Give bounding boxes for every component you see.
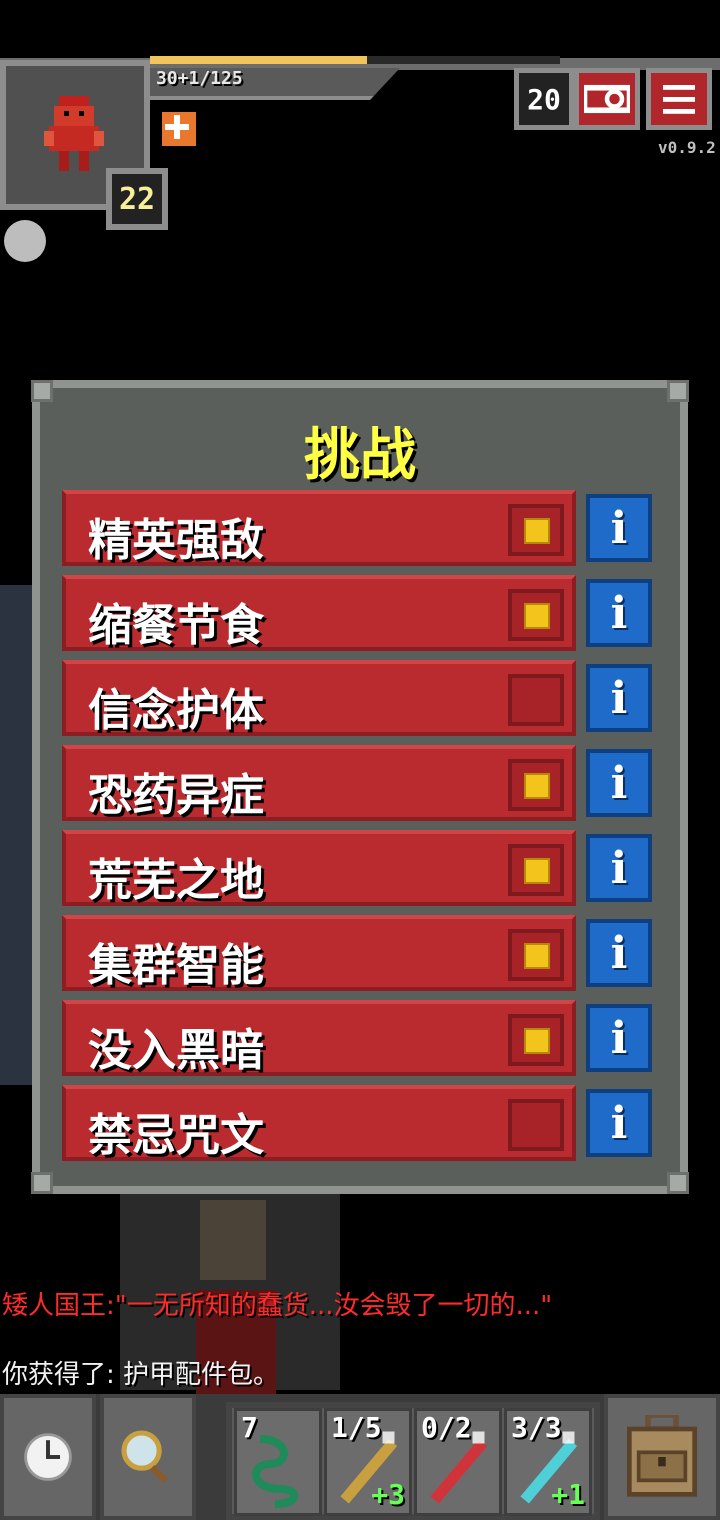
info-button[interactable]: i: [586, 749, 652, 817]
log-message-boss: 矮人国王:"一无所知的蠢货...汝会毁了一切的...": [2, 1291, 553, 1321]
challenge-row[interactable]: 荒芜之地: [62, 830, 576, 906]
quickslot[interactable]: 1/5 +3: [324, 1408, 412, 1516]
quickslot-count: 3/3: [511, 1411, 562, 1444]
challenge-row[interactable]: 恐药异症: [62, 745, 576, 821]
challenge-label: 信念护体: [88, 685, 264, 736]
window-corner: [31, 380, 53, 402]
quickslot-count: 7: [241, 1411, 258, 1444]
quickslot-bonus: +1: [551, 1478, 585, 1511]
busy-indicator-icon: [4, 220, 46, 262]
version-label: v0.9.2: [658, 138, 716, 157]
checked-mark-icon: [524, 773, 550, 799]
quickslot[interactable]: 3/3 +1: [504, 1408, 592, 1516]
info-button[interactable]: i: [586, 664, 652, 732]
backpack-button[interactable]: [604, 1394, 720, 1520]
info-button[interactable]: i: [586, 1089, 652, 1157]
warrior-hero-icon: [44, 96, 104, 171]
info-button[interactable]: i: [586, 494, 652, 562]
wait-button[interactable]: [0, 1394, 96, 1520]
info-button[interactable]: i: [586, 919, 652, 987]
checked-mark-icon: [524, 518, 550, 544]
depth-indicator[interactable]: 20: [514, 68, 574, 130]
experience-text: 30+1/125: [156, 68, 243, 89]
challenge-label: 精英强敌: [88, 515, 264, 566]
checked-mark-icon: [524, 1028, 550, 1054]
health-bar-fill: [150, 56, 368, 64]
window-title: 挑战: [304, 423, 416, 488]
journal-button[interactable]: [574, 68, 640, 130]
challenge-checkbox[interactable]: [508, 844, 564, 896]
challenge-row[interactable]: 集群智能: [62, 915, 576, 991]
journal-icon: [584, 84, 630, 114]
search-button[interactable]: [100, 1394, 196, 1520]
challenge-label: 没入黑暗: [88, 1025, 264, 1076]
log-message-item: 你获得了: 护甲配件包。: [2, 1360, 280, 1390]
hero-level-badge: 22: [106, 168, 168, 230]
challenge-row[interactable]: 没入黑暗: [62, 1000, 576, 1076]
quickslot[interactable]: 0/2: [414, 1408, 502, 1516]
challenge-label: 恐药异症: [88, 770, 264, 821]
backpack-icon: [627, 1415, 697, 1497]
challenge-label: 荒芜之地: [88, 855, 264, 906]
quickslot[interactable]: 7: [234, 1408, 322, 1516]
buff-icon[interactable]: [160, 110, 198, 148]
challenge-row[interactable]: 精英强敌: [62, 490, 576, 566]
menu-icon: [663, 85, 695, 114]
challenge-label: 禁忌咒文: [88, 1110, 264, 1161]
dungeon-wall-left: [0, 585, 32, 1085]
info-button[interactable]: i: [586, 834, 652, 902]
challenge-checkbox[interactable]: [508, 504, 564, 556]
challenge-row[interactable]: 信念护体: [62, 660, 576, 736]
challenge-checkbox[interactable]: [508, 674, 564, 726]
checked-mark-icon: [524, 943, 550, 969]
challenge-label: 缩餐节食: [88, 600, 264, 651]
clock-icon: [24, 1433, 72, 1481]
menu-button[interactable]: [646, 68, 712, 130]
health-bar: [150, 56, 560, 64]
window-corner: [667, 380, 689, 402]
challenge-label: 集群智能: [88, 940, 264, 991]
challenge-row[interactable]: 缩餐节食: [62, 575, 576, 651]
info-button[interactable]: i: [586, 1004, 652, 1072]
challenge-checkbox[interactable]: [508, 1099, 564, 1151]
challenge-row[interactable]: 禁忌咒文: [62, 1085, 576, 1161]
quickslot-bonus: +3: [371, 1478, 405, 1511]
window-corner: [31, 1172, 53, 1194]
search-icon: [121, 1430, 168, 1484]
challenge-checkbox[interactable]: [508, 929, 564, 981]
quickslot-count: 1/5: [331, 1411, 382, 1444]
checked-mark-icon: [524, 603, 550, 629]
challenge-checkbox[interactable]: [508, 1014, 564, 1066]
challenge-checkbox[interactable]: [508, 589, 564, 641]
window-corner: [667, 1172, 689, 1194]
info-button[interactable]: i: [586, 579, 652, 647]
checked-mark-icon: [524, 858, 550, 884]
quickslot-count: 0/2: [421, 1411, 472, 1444]
challenge-checkbox[interactable]: [508, 759, 564, 811]
dungeon-door: [200, 1200, 266, 1280]
